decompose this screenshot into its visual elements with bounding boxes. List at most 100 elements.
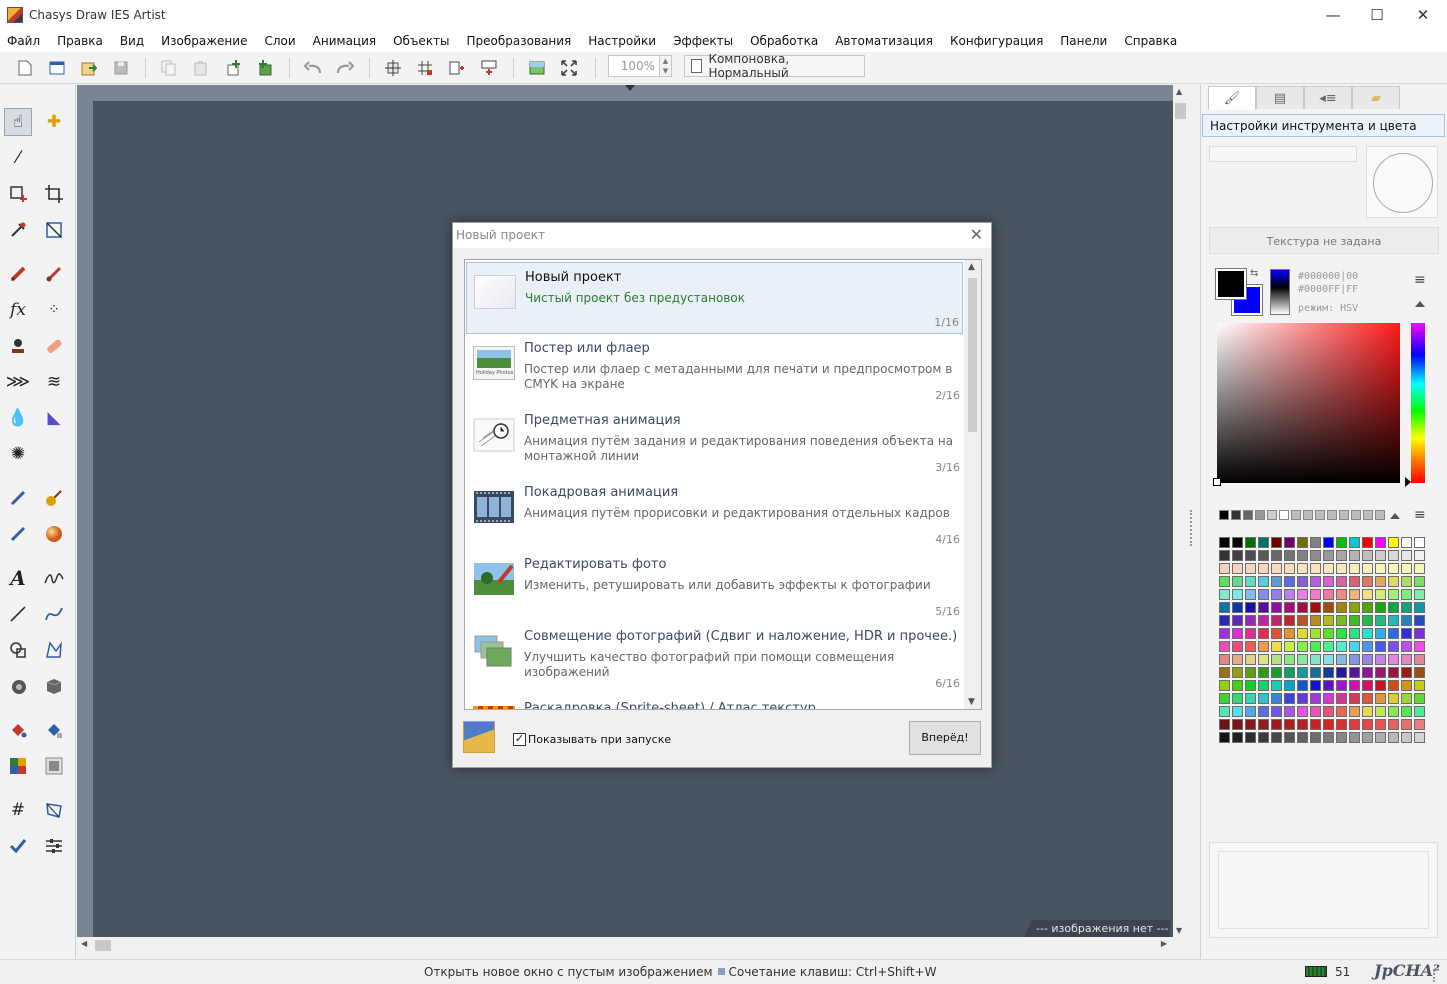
- gray-swatch[interactable]: [1291, 510, 1301, 520]
- show-on-start-checkbox[interactable]: ✓: [513, 733, 526, 746]
- menu-processing[interactable]: Обработка: [750, 34, 826, 48]
- palette-swatch[interactable]: [1258, 667, 1269, 678]
- palette-swatch[interactable]: [1349, 641, 1360, 652]
- warp-icon[interactable]: [40, 796, 68, 824]
- sliders-icon[interactable]: [40, 832, 68, 860]
- gray-swatch[interactable]: [1339, 510, 1349, 520]
- menu-effects[interactable]: Эффекты: [673, 34, 741, 48]
- vertical-scroll-thumb[interactable]: [1175, 103, 1186, 119]
- gray-swatch[interactable]: [1363, 510, 1373, 520]
- palette-swatch[interactable]: [1245, 615, 1256, 626]
- palette-swatch[interactable]: [1232, 654, 1243, 665]
- palette-swatch[interactable]: [1362, 563, 1373, 574]
- palette-swatch[interactable]: [1414, 615, 1425, 626]
- palette-swatch[interactable]: [1271, 693, 1282, 704]
- palette-swatch[interactable]: [1219, 628, 1230, 639]
- gradient-icon[interactable]: [4, 752, 32, 780]
- palette-swatch[interactable]: [1336, 550, 1347, 561]
- palette-swatch[interactable]: [1323, 732, 1334, 743]
- palette-swatch[interactable]: [1219, 563, 1230, 574]
- palette-swatch[interactable]: [1375, 589, 1386, 600]
- stamp-icon[interactable]: [4, 332, 32, 360]
- palette-swatch[interactable]: [1284, 628, 1295, 639]
- hash-grid-icon[interactable]: #: [4, 796, 32, 824]
- palette-swatch[interactable]: [1258, 589, 1269, 600]
- open-window-icon[interactable]: [47, 58, 67, 78]
- palette-swatch[interactable]: [1349, 615, 1360, 626]
- foreground-color-swatch[interactable]: [1215, 268, 1247, 300]
- palette-swatch[interactable]: [1245, 550, 1256, 561]
- palette-swatch[interactable]: [1336, 719, 1347, 730]
- wave-icon[interactable]: ≋: [40, 368, 68, 396]
- palette-swatch[interactable]: [1258, 628, 1269, 639]
- palette-swatch[interactable]: [1232, 563, 1243, 574]
- scroll-left-icon[interactable]: ◀: [81, 939, 87, 948]
- palette-swatch[interactable]: [1362, 719, 1373, 730]
- palette-swatch[interactable]: [1310, 693, 1321, 704]
- palette-swatch[interactable]: [1388, 667, 1399, 678]
- palette-swatch[interactable]: [1414, 576, 1425, 587]
- palette-swatch[interactable]: [1271, 589, 1282, 600]
- palette-swatch[interactable]: [1323, 680, 1334, 691]
- hue-slider[interactable]: [1411, 323, 1425, 483]
- palette-swatch[interactable]: [1219, 537, 1230, 548]
- palette-swatch[interactable]: [1323, 615, 1334, 626]
- palette-swatch[interactable]: [1349, 628, 1360, 639]
- palette-swatch[interactable]: [1271, 654, 1282, 665]
- palette-swatch[interactable]: [1414, 654, 1425, 665]
- zoom-stepper[interactable]: ▲ ▼: [660, 55, 672, 77]
- palette-swatch[interactable]: [1284, 667, 1295, 678]
- palette-swatch[interactable]: [1349, 693, 1360, 704]
- palette-swatch[interactable]: [1310, 628, 1321, 639]
- palette-swatch[interactable]: [1388, 628, 1399, 639]
- palette-swatch[interactable]: [1258, 693, 1269, 704]
- palette-swatch[interactable]: [1297, 641, 1308, 652]
- palette-swatch[interactable]: [1323, 550, 1334, 561]
- palette-swatch[interactable]: [1388, 719, 1399, 730]
- palette-swatch[interactable]: [1323, 641, 1334, 652]
- palette-swatch[interactable]: [1323, 563, 1334, 574]
- palette-swatch[interactable]: [1414, 732, 1425, 743]
- palette-swatch[interactable]: [1388, 641, 1399, 652]
- palette-swatch[interactable]: [1258, 641, 1269, 652]
- palette-swatch[interactable]: [1375, 563, 1386, 574]
- palette-swatch[interactable]: [1401, 693, 1412, 704]
- palette-swatch[interactable]: [1310, 563, 1321, 574]
- check-brush-icon[interactable]: [4, 832, 32, 860]
- palette-swatch[interactable]: [1401, 563, 1412, 574]
- project-list-scroll-thumb[interactable]: [968, 278, 977, 432]
- palette-swatch[interactable]: [1219, 615, 1230, 626]
- drop-icon[interactable]: 💧: [4, 404, 32, 432]
- palette-swatch[interactable]: [1323, 589, 1334, 600]
- palette-swatch[interactable]: [1336, 602, 1347, 613]
- project-list-scrollbar[interactable]: ▲ ▼: [964, 260, 981, 709]
- palette-swatch[interactable]: [1284, 589, 1295, 600]
- palette-swatch[interactable]: [1219, 576, 1230, 587]
- palette-swatch[interactable]: [1414, 641, 1425, 652]
- polygon-icon[interactable]: [40, 636, 68, 664]
- palette-swatch[interactable]: [1219, 602, 1230, 613]
- palette-swatch[interactable]: [1375, 641, 1386, 652]
- import-icon[interactable]: [79, 58, 99, 78]
- palette-swatch[interactable]: [1388, 589, 1399, 600]
- palette-swatch[interactable]: [1258, 550, 1269, 561]
- gray-swatch[interactable]: [1303, 510, 1313, 520]
- menu-objects[interactable]: Объекты: [393, 34, 457, 48]
- palette-swatch[interactable]: [1284, 719, 1295, 730]
- palette-swatch[interactable]: [1362, 615, 1373, 626]
- palette-swatch[interactable]: [1323, 654, 1334, 665]
- palette-swatch[interactable]: [1219, 706, 1230, 717]
- panel-splitter[interactable]: [1190, 510, 1194, 546]
- save-icon[interactable]: [111, 58, 131, 78]
- palette-swatch[interactable]: [1258, 602, 1269, 613]
- palette-swatch[interactable]: [1258, 576, 1269, 587]
- palette-swatch[interactable]: [1336, 680, 1347, 691]
- list-item[interactable]: Новый проект Чистый проект без предустан…: [466, 262, 963, 334]
- palette-swatch[interactable]: [1336, 732, 1347, 743]
- signature-icon[interactable]: [40, 564, 68, 592]
- palette-swatch[interactable]: [1414, 602, 1425, 613]
- new-layer-icon[interactable]: [223, 58, 243, 78]
- palette-swatch[interactable]: [1349, 667, 1360, 678]
- palette-swatch[interactable]: [1401, 615, 1412, 626]
- maximize-button[interactable]: ☐: [1354, 0, 1400, 30]
